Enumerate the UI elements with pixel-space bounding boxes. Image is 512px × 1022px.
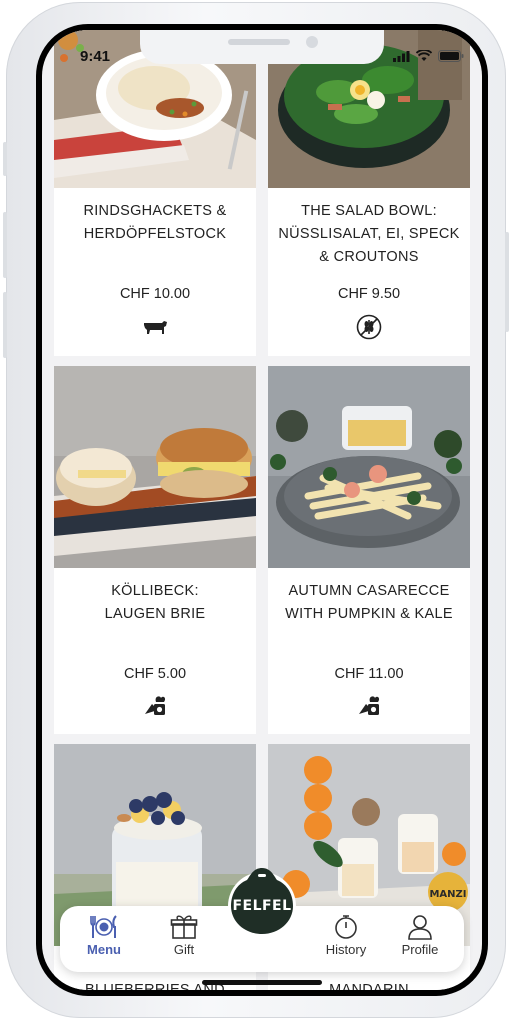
product-price-4: CHF 11.00	[334, 666, 404, 682]
felfel-home-button[interactable]: FELFEL	[223, 862, 301, 940]
mute-switch	[3, 142, 7, 176]
nav-history[interactable]: History	[316, 914, 376, 957]
cow-icon	[142, 314, 168, 340]
brand-label: FELFEL	[232, 898, 292, 914]
manzi-badge: MANZI	[429, 889, 466, 900]
product-card-2[interactable]: THE SALAD BOWL: NÜSSLISALAT, EI, SPECK &…	[268, 30, 470, 356]
signal-icon	[393, 50, 410, 62]
home-indicator	[202, 980, 322, 985]
product-image-3	[54, 366, 256, 568]
status-time: 9:41	[80, 48, 111, 65]
nav-profile-label: Profile	[401, 942, 439, 957]
nav-gift[interactable]: Gift	[154, 914, 214, 957]
vegetarian-icon	[142, 692, 168, 718]
product-name-1: RINDSGHACKETS & HERDÖPFELSTOCK	[83, 203, 227, 242]
product-card-1[interactable]: RINDSGHACKETS & HERDÖPFELSTOCK CHF 10.00	[54, 30, 256, 356]
nav-menu[interactable]: Menu	[74, 914, 134, 957]
vegetarian-icon	[356, 692, 382, 718]
product-price-1: CHF 10.00	[119, 286, 191, 302]
volume-up-button	[3, 212, 7, 278]
product-price-2: CHF 9.50	[337, 286, 401, 302]
gift-icon	[170, 915, 198, 939]
nav-history-label: History	[325, 942, 367, 957]
product-price-3: CHF 5.00	[123, 666, 187, 682]
product-image-4	[268, 366, 470, 568]
product-name-4: AUTUMN CASARECCE WITH PUMPKIN & KALE	[285, 583, 453, 622]
nav-menu-label: Menu	[87, 942, 121, 957]
wifi-icon	[416, 50, 432, 61]
user-icon	[408, 915, 432, 940]
nav-profile[interactable]: Profile	[390, 914, 450, 957]
phone-frame: 9:41 RINDSGHACKETS & HERDÖPFELSTOCK CHF …	[3, 2, 509, 1018]
stopwatch-icon	[335, 915, 357, 939]
battery-icon	[438, 50, 464, 62]
cutlery-plate-icon	[90, 915, 117, 938]
volume-down-button	[3, 292, 7, 358]
nav-gift-label: Gift	[173, 942, 195, 957]
status-icons	[393, 50, 464, 62]
product-name-2: THE SALAD BOWL: NÜSSLISALAT, EI, SPECK &…	[278, 203, 460, 265]
product-card-3[interactable]: KÖLLIBECK: LAUGEN BRIE CHF 5.00	[54, 366, 256, 734]
product-card-4[interactable]: AUTUMN CASARECCE WITH PUMPKIN & KALE CHF…	[268, 366, 470, 734]
app-screen: 9:41 RINDSGHACKETS & HERDÖPFELSTOCK CHF …	[42, 30, 482, 990]
gluten-free-icon	[356, 314, 382, 340]
power-button	[505, 232, 509, 332]
product-name-3: KÖLLIBECK: LAUGEN BRIE	[104, 583, 206, 622]
notch	[140, 30, 384, 64]
